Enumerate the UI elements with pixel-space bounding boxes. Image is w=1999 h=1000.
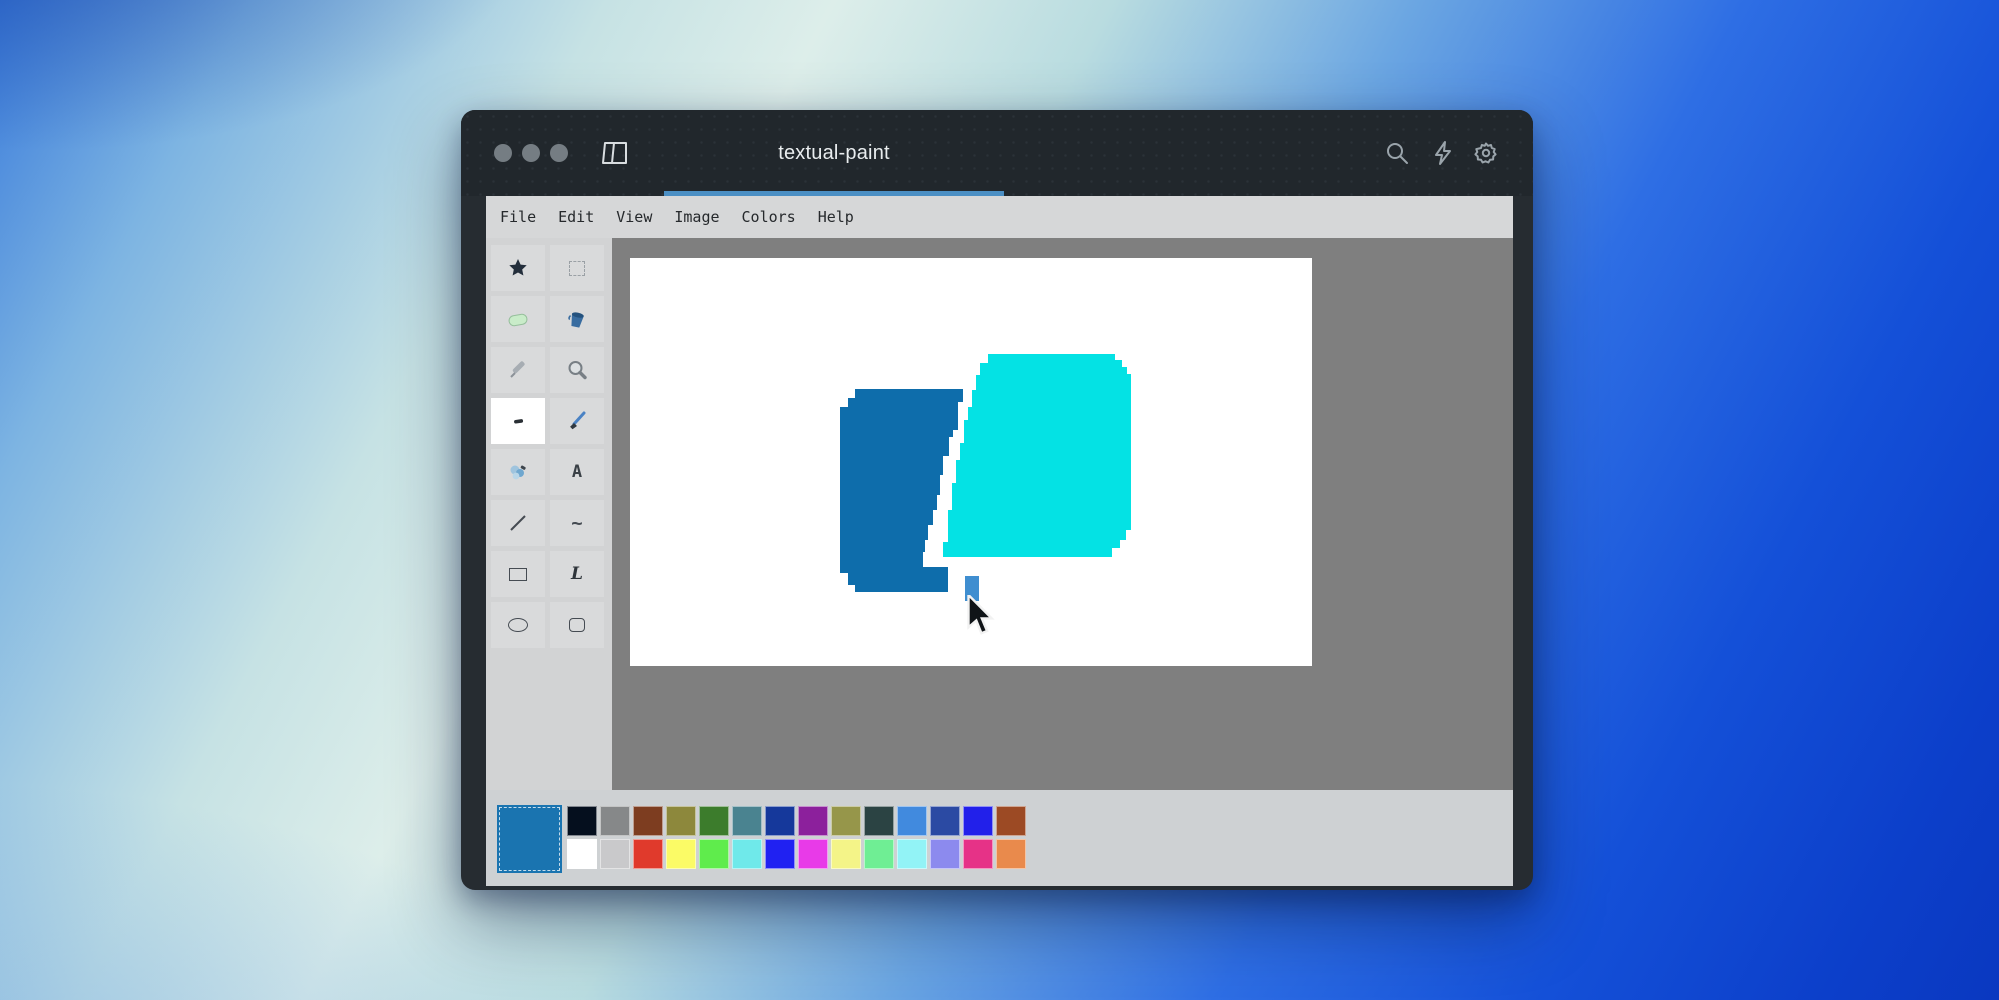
color-swatch-yellow[interactable] [666, 839, 696, 869]
mouse-cursor [967, 595, 1003, 641]
color-swatch-olive-drab[interactable] [831, 806, 861, 836]
menu-image[interactable]: Image [663, 204, 730, 230]
tool-fill[interactable] [550, 296, 604, 342]
color-swatch-black[interactable] [567, 806, 597, 836]
color-swatch-maroon[interactable] [633, 806, 663, 836]
color-swatch-green[interactable] [699, 806, 729, 836]
tool-free-form-select[interactable] [491, 245, 545, 291]
color-swatch-light-blue[interactable] [897, 806, 927, 836]
page-title: textual-paint [778, 142, 890, 164]
zoom-button[interactable] [550, 144, 568, 162]
color-swatch-orange[interactable] [996, 839, 1026, 869]
color-swatch-olive[interactable] [666, 806, 696, 836]
color-swatch-bright-blue[interactable] [765, 839, 795, 869]
color-swatch-cyan[interactable] [732, 839, 762, 869]
color-swatch-blue[interactable] [963, 806, 993, 836]
cyan-quadrilateral [943, 354, 1131, 557]
menu-help[interactable]: Help [807, 204, 865, 230]
app-content: File Edit View Image Colors Help A ~ L [486, 196, 1513, 886]
menu-file[interactable]: File [489, 204, 547, 230]
selected-color-swatch [497, 805, 562, 873]
tool-pencil[interactable] [491, 398, 545, 444]
color-swatch-pink[interactable] [963, 839, 993, 869]
color-swatch-light-cyan[interactable] [897, 839, 927, 869]
blue-quadrilateral [840, 389, 963, 592]
tool-line[interactable] [491, 500, 545, 546]
tool-polygon[interactable]: L [550, 551, 604, 597]
open-book-icon[interactable] [601, 140, 631, 166]
search-icon[interactable] [1383, 139, 1411, 167]
color-swatch-dark-teal[interactable] [864, 806, 894, 836]
tool-magnifier[interactable] [550, 347, 604, 393]
tool-text[interactable]: A [550, 449, 604, 495]
menu-edit[interactable]: Edit [547, 204, 605, 230]
color-swatch-blue-gray[interactable] [930, 806, 960, 836]
color-swatch-spring-green[interactable] [864, 839, 894, 869]
color-swatch-magenta[interactable] [798, 839, 828, 869]
color-palette-bar [486, 790, 1513, 886]
color-swatch-white[interactable] [567, 839, 597, 869]
tool-curve[interactable]: ~ [550, 500, 604, 546]
color-swatch-gray[interactable] [600, 806, 630, 836]
tool-rectangle[interactable] [491, 551, 545, 597]
color-swatch-periwinkle[interactable] [930, 839, 960, 869]
color-swatch-purple[interactable] [798, 806, 828, 836]
menu-bar: File Edit View Image Colors Help [486, 196, 1513, 238]
close-button[interactable] [494, 144, 512, 162]
tool-brush[interactable] [550, 398, 604, 444]
color-swatch-teal[interactable] [732, 806, 762, 836]
tool-pick-color[interactable] [491, 347, 545, 393]
window-titlebar: textual-paint [461, 110, 1533, 196]
window-title-tab: textual-paint [664, 110, 1004, 196]
tool-rounded-rectangle[interactable] [550, 602, 604, 648]
gear-icon[interactable] [1472, 139, 1500, 167]
color-swatch-silver[interactable] [600, 839, 630, 869]
tool-eraser[interactable] [491, 296, 545, 342]
desktop-wallpaper: { "window": { "title": "textual-paint" }… [0, 0, 1999, 1000]
color-swatch-navy[interactable] [765, 806, 795, 836]
workspace [612, 238, 1513, 790]
tool-panel: A ~ L [486, 238, 612, 790]
tool-ellipse[interactable] [491, 602, 545, 648]
menu-view[interactable]: View [605, 204, 663, 230]
color-swatch-brown[interactable] [996, 806, 1026, 836]
color-swatch-pale-yellow[interactable] [831, 839, 861, 869]
textual-paint-window: textual-paint File Edit View Image Color… [461, 110, 1533, 890]
menu-colors[interactable]: Colors [731, 204, 807, 230]
color-swatch-bright-green[interactable] [699, 839, 729, 869]
color-swatch-red[interactable] [633, 839, 663, 869]
lightning-icon[interactable] [1429, 139, 1457, 167]
minimize-button[interactable] [522, 144, 540, 162]
tool-select[interactable] [550, 245, 604, 291]
tool-airbrush[interactable] [491, 449, 545, 495]
main-area: A ~ L [486, 238, 1513, 790]
